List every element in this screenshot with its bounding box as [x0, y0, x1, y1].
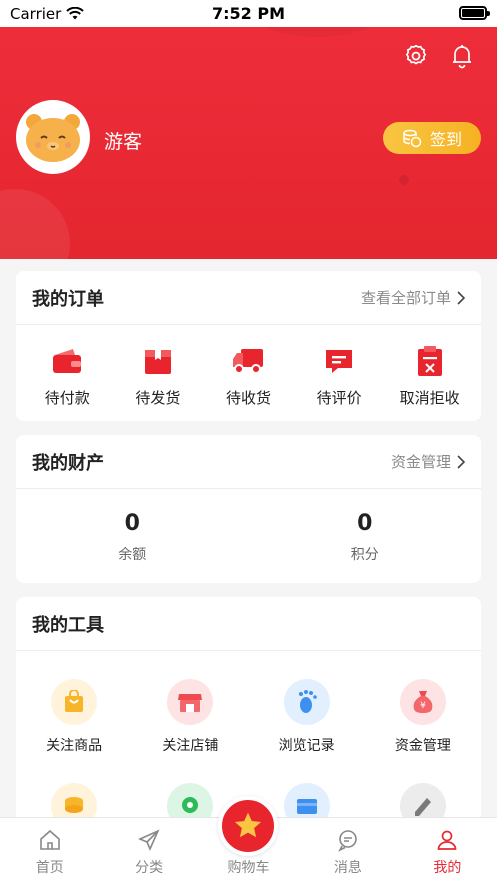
carrier-label: Carrier — [10, 4, 62, 23]
cart-fab-button[interactable] — [218, 796, 278, 856]
carrier-indicator: Carrier — [10, 4, 85, 23]
order-pending-payment[interactable]: 待付款 — [24, 343, 110, 408]
money-bag-icon: ¥ — [399, 679, 446, 725]
bear-avatar-icon — [26, 114, 80, 162]
order-pending-receipt[interactable]: 待收货 — [205, 343, 291, 408]
tool-browse-history[interactable]: 浏览记录 — [249, 679, 365, 755]
profile-header: 游客 签到 — [0, 27, 497, 259]
bell-icon[interactable] — [447, 41, 477, 71]
tab-category[interactable]: 分类 — [99, 818, 198, 883]
assets-card: 我的财产 资金管理 0 余额 0 积分 — [16, 435, 481, 583]
home-icon — [37, 827, 63, 853]
send-icon — [136, 827, 162, 853]
order-pending-shipment[interactable]: 待发货 — [115, 343, 201, 408]
store-icon — [167, 679, 214, 725]
footprint-icon — [283, 679, 330, 725]
tools-title: 我的工具 — [32, 614, 104, 636]
checkin-label: 签到 — [429, 130, 462, 149]
checkin-button[interactable]: 签到 — [383, 122, 481, 154]
chat-icon — [335, 827, 361, 853]
balance-label: 余额 — [118, 547, 147, 563]
truck-icon — [230, 343, 266, 379]
funds-management-link[interactable]: 资金管理 — [391, 451, 465, 472]
order-pending-review[interactable]: 待评价 — [296, 343, 382, 408]
user-icon — [434, 827, 460, 853]
chevron-right-icon — [457, 454, 465, 469]
svg-text:¥: ¥ — [420, 701, 426, 711]
coins-stack-icon — [403, 129, 422, 148]
tab-messages[interactable]: 消息 — [298, 818, 397, 883]
points-label: 积分 — [350, 547, 379, 563]
balance-value: 0 — [124, 511, 140, 536]
status-bar: Carrier 7:52 PM — [0, 0, 497, 27]
shopping-bag-icon — [51, 679, 98, 725]
order-cancel-reject[interactable]: 取消拒收 — [387, 343, 473, 408]
comment-icon — [321, 343, 357, 379]
points-item[interactable]: 0 积分 — [265, 511, 465, 564]
view-all-orders-link[interactable]: 查看全部订单 — [361, 287, 465, 308]
cancel-clipboard-icon — [412, 343, 448, 379]
balance-item[interactable]: 0 余额 — [32, 511, 232, 564]
points-value: 0 — [357, 511, 373, 536]
wallet-icon — [49, 343, 85, 379]
avatar[interactable] — [16, 100, 90, 174]
assets-title: 我的财产 — [32, 452, 104, 474]
star-icon — [234, 812, 262, 838]
tool-funds-management[interactable]: ¥ 资金管理 — [365, 679, 481, 755]
battery-icon — [459, 6, 490, 20]
orders-title: 我的订单 — [32, 288, 104, 310]
wifi-icon — [66, 7, 85, 20]
username: 游客 — [104, 131, 143, 153]
chevron-right-icon — [457, 290, 465, 305]
package-icon — [140, 343, 176, 379]
orders-card: 我的订单 查看全部订单 待付款 待发货 待收货 待评价 取消拒收 — [16, 271, 481, 421]
tool-followed-products[interactable]: 关注商品 — [16, 679, 132, 755]
tab-mine[interactable]: 我的 — [398, 818, 497, 883]
tool-followed-stores[interactable]: 关注店铺 — [132, 679, 248, 755]
settings-icon[interactable] — [401, 41, 431, 71]
tab-home[interactable]: 首页 — [0, 818, 99, 883]
